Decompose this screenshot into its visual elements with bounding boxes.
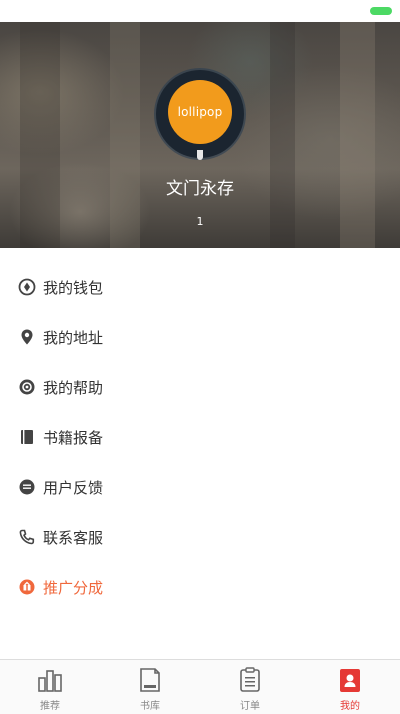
profile-screen: lollipop 文门永存 1 我的钱包 我的地址 我的帮助 书籍报备 用户反馈… <box>0 0 400 714</box>
promotion-icon <box>18 578 36 596</box>
help-icon <box>18 378 36 396</box>
location-pin-icon <box>18 328 36 346</box>
menu-item-label: 用户反馈 <box>43 478 104 497</box>
tab-recommend[interactable]: 推荐 <box>0 660 100 714</box>
menu-item-help[interactable]: 我的帮助 <box>0 362 400 412</box>
profile-icon <box>335 665 365 695</box>
status-bar <box>0 0 400 22</box>
avatar[interactable]: lollipop <box>168 80 232 144</box>
menu-item-label: 联系客服 <box>43 528 104 547</box>
tab-label: 推荐 <box>40 701 60 712</box>
tab-label: 订单 <box>240 701 260 712</box>
recommend-icon <box>35 665 65 695</box>
menu-item-label: 推广分成 <box>43 578 104 597</box>
menu-item-wallet[interactable]: 我的钱包 <box>0 262 400 312</box>
profile-menu: 我的钱包 我的地址 我的帮助 书籍报备 用户反馈 联系客服 推广分成 <box>0 262 400 612</box>
book-icon <box>18 428 36 446</box>
order-icon <box>235 665 265 695</box>
menu-item-label: 书籍报备 <box>43 428 104 447</box>
menu-item-address[interactable]: 我的地址 <box>0 312 400 362</box>
menu-item-book-report[interactable]: 书籍报备 <box>0 412 400 462</box>
menu-item-feedback[interactable]: 用户反馈 <box>0 462 400 512</box>
phone-icon <box>18 528 36 546</box>
profile-header: lollipop 文门永存 1 <box>0 22 400 248</box>
avatar-pin <box>197 150 203 160</box>
tab-label: 书库 <box>140 701 160 712</box>
menu-item-label: 我的地址 <box>43 328 104 347</box>
battery-icon <box>370 7 392 15</box>
menu-item-customer-service[interactable]: 联系客服 <box>0 512 400 562</box>
wallet-icon <box>18 278 36 296</box>
menu-item-label: 我的帮助 <box>43 378 104 397</box>
avatar-text: lollipop <box>177 105 223 119</box>
library-icon <box>135 665 165 695</box>
menu-item-label: 我的钱包 <box>43 278 104 297</box>
feedback-icon <box>18 478 36 496</box>
menu-item-promotion[interactable]: 推广分成 <box>0 562 400 612</box>
tab-library[interactable]: 书库 <box>100 660 200 714</box>
user-level: 1 <box>196 215 204 228</box>
username: 文门永存 <box>166 179 234 199</box>
tab-label: 我的 <box>340 701 360 712</box>
tab-profile[interactable]: 我的 <box>300 660 400 714</box>
tab-orders[interactable]: 订单 <box>200 660 300 714</box>
tab-bar: 推荐 书库 订单 我的 <box>0 659 400 714</box>
